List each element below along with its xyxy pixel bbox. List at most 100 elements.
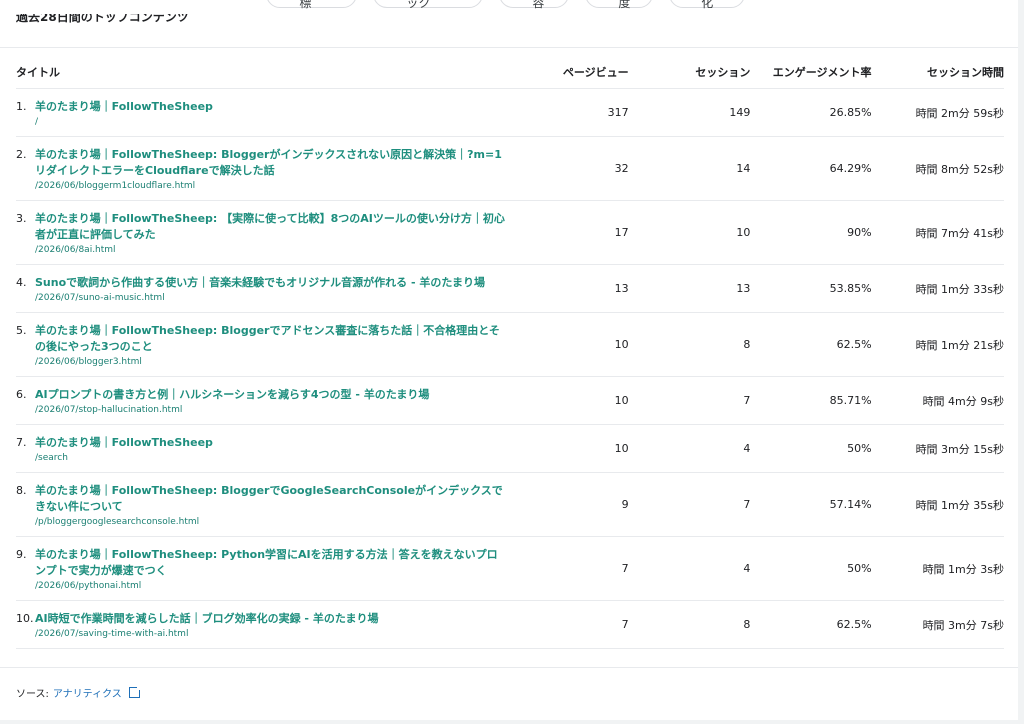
page-path: /search [35, 452, 68, 463]
row-number: 1. [16, 99, 27, 113]
page-path: /2026/06/blogger3.html [35, 356, 142, 367]
report-card: ▦ 主要指標 ▥ トラフィック ▤ 内容 ◱ 速度 ↗ 収益化 過去28日間のト… [0, 0, 1019, 720]
engagement-rate-cell: 53.85% [750, 264, 872, 313]
header-engagement-rate[interactable]: エンゲージメント率 [750, 56, 872, 89]
pageviews-cell: 13 [505, 264, 629, 313]
session-duration-cell: 時間 1m分 35s秒 [871, 472, 1004, 537]
top-content-table: タイトル ページビュー セッション エンゲージメント率 セッション時間 1. 羊の… [16, 56, 1004, 649]
table-row[interactable]: 5. 羊のたまり場｜FollowTheSheep: Bloggerでアドセンス審査… [16, 312, 1004, 377]
engagement-rate-cell: 26.85% [750, 88, 872, 137]
table-row[interactable]: 10. AI時短で作業時間を減らした話｜ブログ効率化の実録 - 羊のたまり場/20… [16, 600, 1004, 649]
engagement-rate-cell: 50% [750, 424, 872, 473]
chip-content[interactable]: ▤ 内容 [499, 0, 569, 10]
session-duration-cell: 時間 1m分 3s秒 [871, 536, 1004, 601]
chip-traffic[interactable]: ▥ トラフィック [373, 0, 483, 10]
page-title-link[interactable]: 羊のたまり場｜FollowTheSheep: Bloggerがインデックスされな… [35, 147, 505, 179]
engagement-rate-cell: 50% [750, 536, 872, 601]
sessions-cell: 7 [628, 376, 751, 425]
table-row[interactable]: 1. 羊のたまり場｜FollowTheSheep/ 317 149 26.85% 時間 2… [16, 88, 1004, 137]
page-title-link[interactable]: 羊のたまり場｜FollowTheSheep: Bloggerでアドセンス審査に落… [35, 323, 505, 355]
row-number: 3. [16, 211, 27, 225]
source-prefix: ソース: [16, 689, 49, 700]
row-number: 7. [16, 435, 27, 449]
source-line: ソース: アナリティクス [16, 685, 141, 700]
page-path: / [35, 116, 39, 127]
table-header-row: タイトル ページビュー セッション エンゲージメント率 セッション時間 [16, 56, 1004, 89]
section-chips: ▦ 主要指標 ▥ トラフィック ▤ 内容 ◱ 速度 ↗ 収益化 [266, 0, 745, 10]
external-link-icon[interactable] [128, 686, 141, 698]
page-path: /2026/06/pythonai.html [35, 580, 142, 591]
session-duration-cell: 時間 4m分 9s秒 [871, 376, 1004, 425]
session-duration-cell: 時間 7m分 41s秒 [871, 200, 1004, 265]
report-subtitle: 過去28日間のトップコンテンツ [16, 14, 189, 24]
page-title-link[interactable]: 羊のたまり場｜FollowTheSheep [35, 435, 505, 451]
page-title-link[interactable]: AI時短で作業時間を減らした話｜ブログ効率化の実録 - 羊のたまり場 [35, 611, 505, 627]
scrollbar[interactable] [1018, 0, 1024, 724]
session-duration-cell: 時間 1m分 33s秒 [871, 264, 1004, 313]
pageviews-cell: 7 [505, 600, 629, 649]
engagement-rate-cell: 57.14% [750, 472, 872, 537]
row-number: 5. [16, 323, 27, 337]
sessions-cell: 149 [628, 88, 751, 137]
row-number: 8. [16, 483, 27, 497]
sessions-cell: 7 [628, 472, 751, 537]
pageviews-cell: 10 [505, 376, 629, 425]
title-cell: 5. 羊のたまり場｜FollowTheSheep: Bloggerでアドセンス審査… [16, 312, 505, 377]
analytics-link[interactable]: アナリティクス [53, 685, 122, 700]
chip-label: トラフィック [406, 0, 431, 10]
header-sessions[interactable]: セッション [628, 56, 751, 89]
chip-speed[interactable]: ◱ 速度 [585, 0, 653, 10]
table-row[interactable]: 6. AIプロンプトの書き方と例｜ハルシネーションを減らす4つの型 - 羊のたまり… [16, 376, 1004, 425]
table-row[interactable]: 7. 羊のたまり場｜FollowTheSheep/search 10 4 50% 時間 3… [16, 424, 1004, 473]
page-title-link[interactable]: 羊のたまり場｜FollowTheSheep: 【実際に使って比較】8つのAIツー… [35, 211, 505, 243]
row-number: 10. [16, 611, 34, 625]
title-cell: 2. 羊のたまり場｜FollowTheSheep: Bloggerがインデックスさ… [16, 136, 505, 201]
page-path: /p/bloggergooglesearchconsole.html [35, 516, 200, 527]
pageviews-cell: 10 [505, 424, 629, 473]
title-cell: 7. 羊のたまり場｜FollowTheSheep/search [16, 424, 505, 473]
chip-label: 内容 [532, 0, 545, 10]
pageviews-cell: 7 [505, 536, 629, 601]
pageviews-cell: 317 [505, 88, 629, 137]
chip-label: 収益化 [701, 0, 714, 10]
title-cell: 10. AI時短で作業時間を減らした話｜ブログ効率化の実録 - 羊のたまり場/20… [16, 600, 505, 649]
sessions-cell: 4 [628, 536, 751, 601]
table-row[interactable]: 3. 羊のたまり場｜FollowTheSheep: 【実際に使って比較】8つのAI… [16, 200, 1004, 265]
chip-key-metrics[interactable]: ▦ 主要指標 [266, 0, 357, 10]
pageviews-cell: 9 [505, 472, 629, 537]
sessions-cell: 4 [628, 424, 751, 473]
page-title-link[interactable]: 羊のたまり場｜FollowTheSheep: Python学習にAIを活用する方… [35, 547, 505, 579]
header-session-duration[interactable]: セッション時間 [871, 56, 1004, 89]
speed-icon: ◱ [602, 0, 612, 1]
page-title-link[interactable]: Sunoで歌詞から作曲する使い方｜音楽未経験でもオリジナル音源が作れる - 羊の… [35, 275, 505, 291]
title-cell: 1. 羊のたまり場｜FollowTheSheep / [16, 88, 505, 137]
title-cell: 3. 羊のたまり場｜FollowTheSheep: 【実際に使って比較】8つのAI… [16, 200, 505, 265]
page-title-link[interactable]: 羊のたまり場｜FollowTheSheep [35, 99, 505, 115]
title-cell: 4. Sunoで歌詞から作曲する使い方｜音楽未経験でもオリジナル音源が作れる - … [16, 264, 505, 313]
chip-label: 主要指標 [299, 0, 312, 10]
session-duration-cell: 時間 3m分 15s秒 [871, 424, 1004, 473]
divider [0, 667, 1018, 668]
pageviews-cell: 10 [505, 312, 629, 377]
table-row[interactable]: 2. 羊のたまり場｜FollowTheSheep: Bloggerがインデックスさ… [16, 136, 1004, 201]
title-cell: 8. 羊のたまり場｜FollowTheSheep: BloggerでGoogleS… [16, 472, 505, 537]
chip-monetization[interactable]: ↗ 収益化 [669, 0, 745, 10]
table-row[interactable]: 4. Sunoで歌詞から作曲する使い方｜音楽未経験でもオリジナル音源が作れる - … [16, 264, 1004, 313]
header-title[interactable]: タイトル [16, 56, 505, 89]
engagement-rate-cell: 85.71% [750, 376, 872, 425]
header-pageviews[interactable]: ページビュー [505, 56, 629, 89]
row-number: 6. [16, 387, 27, 401]
page-title-link[interactable]: 羊のたまり場｜FollowTheSheep: BloggerでGoogleSea… [35, 483, 505, 515]
session-duration-cell: 時間 2m分 59s秒 [871, 88, 1004, 137]
row-number: 4. [16, 275, 27, 289]
divider [0, 47, 1018, 48]
engagement-rate-cell: 64.29% [750, 136, 872, 201]
title-cell: 9. 羊のたまり場｜FollowTheSheep: Python学習にAIを活用す… [16, 536, 505, 601]
table-row[interactable]: 8. 羊のたまり場｜FollowTheSheep: BloggerでGoogleS… [16, 472, 1004, 537]
page-path: /2026/07/saving-time-with-ai.html [35, 628, 189, 639]
table-row[interactable]: 9. 羊のたまり場｜FollowTheSheep: Python学習にAIを活用す… [16, 536, 1004, 601]
page-path: /2026/06/8ai.html [35, 244, 116, 255]
page-path: /2026/07/suno-ai-music.html [35, 292, 165, 303]
pageviews-cell: 32 [505, 136, 629, 201]
page-title-link[interactable]: AIプロンプトの書き方と例｜ハルシネーションを減らす4つの型 - 羊のたまり場 [35, 387, 505, 403]
